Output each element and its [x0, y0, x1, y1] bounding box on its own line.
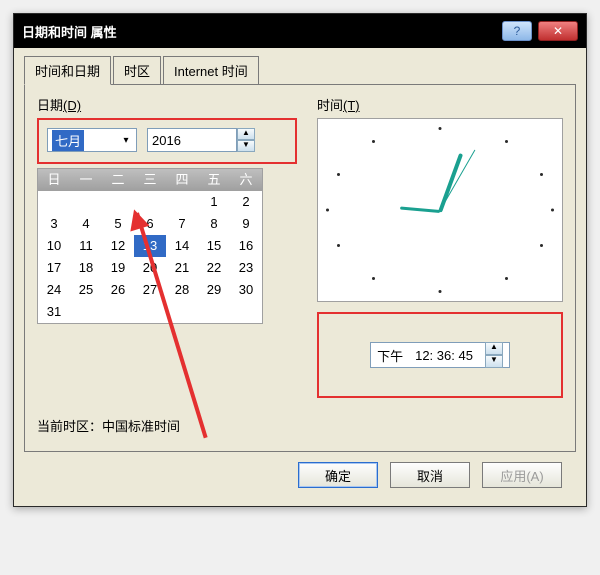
- date-column: 日期(D) 七月 ▾ 2016 ▲ ▼: [37, 95, 297, 398]
- time-up-button[interactable]: ▲: [485, 342, 503, 355]
- calendar-cell[interactable]: 29: [198, 279, 230, 301]
- titlebar: 日期和时间 属性 ? ✕: [14, 14, 586, 48]
- calendar-cell[interactable]: 21: [166, 257, 198, 279]
- calendar-cell: [198, 301, 230, 323]
- calendar-cell[interactable]: 19: [102, 257, 134, 279]
- calendar-grid: 1234567891011121314151617181920212223242…: [38, 191, 262, 323]
- calendar-header: 日 一 二 三 四 五 六: [38, 169, 262, 191]
- clock-face: [326, 127, 554, 293]
- window-body: 时间和日期 时区 Internet 时间 日期(D) 七月 ▾ 2: [14, 48, 586, 506]
- year-down-button[interactable]: ▼: [237, 140, 255, 152]
- help-button[interactable]: ?: [502, 21, 532, 41]
- calendar-cell[interactable]: 10: [38, 235, 70, 257]
- calendar: 日 一 二 三 四 五 六 12345678910111213141516171…: [37, 168, 263, 324]
- timezone-label: 当前时区：: [37, 419, 102, 434]
- calendar-cell[interactable]: 1: [198, 191, 230, 213]
- time-input[interactable]: 下午 12: 36: 45 ▲ ▼: [370, 342, 510, 368]
- calendar-cell[interactable]: 30: [230, 279, 262, 301]
- calendar-cell[interactable]: 26: [102, 279, 134, 301]
- calendar-cell[interactable]: 2: [230, 191, 262, 213]
- weekday-wed: 三: [134, 169, 166, 191]
- weekday-sun: 日: [38, 169, 70, 191]
- calendar-cell[interactable]: 7: [166, 213, 198, 235]
- calendar-cell: [134, 301, 166, 323]
- calendar-cell[interactable]: 11: [70, 235, 102, 257]
- time-input-highlight: 下午 12: 36: 45 ▲ ▼: [317, 312, 563, 398]
- weekday-sat: 六: [230, 169, 262, 191]
- calendar-cell[interactable]: 15: [198, 235, 230, 257]
- calendar-cell[interactable]: 16: [230, 235, 262, 257]
- calendar-cell: [38, 191, 70, 213]
- time-label-text: 时间: [317, 98, 343, 113]
- calendar-cell[interactable]: 18: [70, 257, 102, 279]
- window-title: 日期和时间 属性: [22, 22, 117, 41]
- calendar-cell[interactable]: 28: [166, 279, 198, 301]
- tab-time-date[interactable]: 时间和日期: [24, 56, 111, 85]
- cancel-button[interactable]: 取消: [390, 462, 470, 488]
- weekday-tue: 二: [102, 169, 134, 191]
- time-label: 时间(T): [317, 95, 563, 114]
- calendar-cell[interactable]: 17: [38, 257, 70, 279]
- tab-timezone[interactable]: 时区: [113, 56, 161, 85]
- weekday-thu: 四: [166, 169, 198, 191]
- calendar-cell: [102, 301, 134, 323]
- tab-internet-time[interactable]: Internet 时间: [163, 56, 259, 85]
- calendar-cell[interactable]: 27: [134, 279, 166, 301]
- calendar-cell: [134, 191, 166, 213]
- calendar-cell[interactable]: 25: [70, 279, 102, 301]
- date-label-accel: (D): [63, 98, 81, 113]
- calendar-cell: [230, 301, 262, 323]
- year-spinner[interactable]: 2016 ▲ ▼: [147, 128, 255, 152]
- timezone-value: 中国标准时间: [102, 419, 180, 434]
- dialog-buttons: 确定 取消 应用(A): [24, 452, 576, 492]
- calendar-cell[interactable]: 23: [230, 257, 262, 279]
- date-controls-highlight: 七月 ▾ 2016 ▲ ▼: [37, 118, 297, 164]
- calendar-cell: [70, 301, 102, 323]
- ampm-value: 下午: [377, 346, 403, 365]
- calendar-cell: [166, 191, 198, 213]
- columns: 日期(D) 七月 ▾ 2016 ▲ ▼: [37, 95, 563, 398]
- year-spin-buttons: ▲ ▼: [237, 128, 255, 152]
- calendar-cell[interactable]: 22: [198, 257, 230, 279]
- date-label: 日期(D): [37, 95, 297, 114]
- time-spin-buttons: ▲ ▼: [485, 342, 503, 368]
- tabs: 时间和日期 时区 Internet 时间: [24, 56, 576, 85]
- calendar-cell[interactable]: 6: [134, 213, 166, 235]
- time-value: 12: 36: 45: [415, 348, 473, 363]
- year-value[interactable]: 2016: [147, 128, 237, 152]
- close-button[interactable]: ✕: [538, 21, 578, 41]
- window: 日期和时间 属性 ? ✕ 时间和日期 时区 Internet 时间 日期(D) …: [13, 13, 587, 507]
- year-up-button[interactable]: ▲: [237, 128, 255, 140]
- time-down-button[interactable]: ▼: [485, 355, 503, 368]
- calendar-cell[interactable]: 3: [38, 213, 70, 235]
- tab-panel: 日期(D) 七月 ▾ 2016 ▲ ▼: [24, 84, 576, 452]
- titlebar-buttons: ? ✕: [502, 21, 578, 41]
- calendar-cell[interactable]: 4: [70, 213, 102, 235]
- calendar-cell[interactable]: 24: [38, 279, 70, 301]
- calendar-cell[interactable]: 13: [134, 235, 166, 257]
- calendar-cell: [166, 301, 198, 323]
- date-label-text: 日期: [37, 98, 63, 113]
- calendar-cell[interactable]: 31: [38, 301, 70, 323]
- hour-hand: [400, 207, 440, 213]
- chevron-down-icon: ▾: [118, 132, 134, 148]
- calendar-cell: [102, 191, 134, 213]
- calendar-cell[interactable]: 12: [102, 235, 134, 257]
- weekday-mon: 一: [70, 169, 102, 191]
- analog-clock: [317, 118, 563, 302]
- calendar-cell[interactable]: 9: [230, 213, 262, 235]
- calendar-cell[interactable]: 8: [198, 213, 230, 235]
- calendar-cell[interactable]: 14: [166, 235, 198, 257]
- time-label-accel: (T): [343, 98, 360, 113]
- month-dropdown[interactable]: 七月 ▾: [47, 128, 137, 152]
- time-column: 时间(T) 下午: [317, 95, 563, 398]
- calendar-cell[interactable]: 20: [134, 257, 166, 279]
- apply-button[interactable]: 应用(A): [482, 462, 562, 488]
- month-value: 七月: [52, 130, 84, 151]
- calendar-cell[interactable]: 5: [102, 213, 134, 235]
- calendar-cell: [70, 191, 102, 213]
- weekday-fri: 五: [198, 169, 230, 191]
- timezone-line: 当前时区：中国标准时间: [37, 416, 563, 435]
- ok-button[interactable]: 确定: [298, 462, 378, 488]
